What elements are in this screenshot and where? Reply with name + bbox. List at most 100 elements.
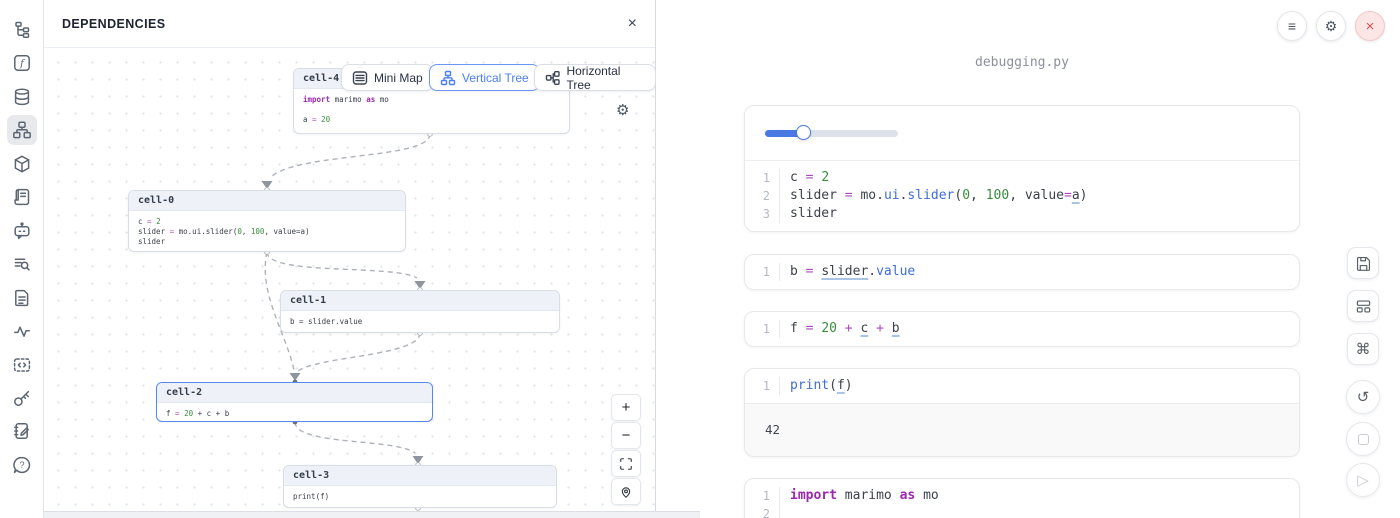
sidebar-item-notebook-edit[interactable]	[7, 416, 37, 446]
fit-view-button[interactable]	[611, 450, 641, 477]
sidebar-item-secrets[interactable]	[7, 383, 37, 413]
close-icon[interactable]: ×	[628, 16, 637, 32]
save-button[interactable]	[1347, 247, 1379, 279]
code-line: 1f = 20 + c + b	[745, 320, 1299, 338]
code-editor-area[interactable]: 1b = slider.value	[745, 255, 1299, 289]
edge-cell-4-to-cell-0	[270, 134, 430, 178]
code-token: )	[845, 378, 853, 393]
code-editor-area[interactable]: 1c = 22slider = mo.ui.slider(0, 100, val…	[745, 161, 1299, 231]
sidebar-item-file-tree[interactable]	[7, 15, 37, 45]
code-token: 100	[251, 227, 265, 236]
cell-output: 42	[745, 403, 1299, 456]
help-icon: ?	[12, 455, 32, 475]
dependency-graph-canvas[interactable]: cell-4import marimo as mo a = 20cell-0c …	[44, 48, 656, 511]
undo-button[interactable]: ↺	[1346, 380, 1380, 414]
graph-node-cell-3[interactable]: cell-3 print(f)	[283, 465, 557, 508]
search-list-icon	[12, 254, 32, 274]
code-token: + c + b	[193, 409, 229, 418]
code-editor-area[interactable]: 1print(f)	[745, 369, 1299, 403]
code-editor-area[interactable]: 1import marimo as mo2	[745, 479, 1299, 518]
graph-node-title: cell-3	[284, 466, 556, 486]
b-cell[interactable]: 1b = slider.value	[744, 254, 1300, 290]
center-view-button[interactable]	[611, 478, 641, 505]
code-text: f = 20 + c + b	[779, 320, 900, 338]
line-number: 3	[745, 205, 779, 223]
code-token: =	[1064, 188, 1072, 203]
code-token: =	[806, 170, 822, 185]
sidebar-item-search-list[interactable]	[7, 249, 37, 279]
sidebar-item-help[interactable]: ?	[7, 450, 37, 480]
zoom-out-button[interactable]: −	[611, 422, 641, 449]
code-text: c = 2	[779, 169, 829, 187]
sidebar-item-dependency-graph[interactable]	[7, 115, 37, 145]
code-token: a	[1072, 188, 1080, 203]
shortcuts-button[interactable]: ⌘	[1347, 333, 1379, 365]
vertical-tree-icon	[440, 70, 456, 86]
code-token: ,	[1009, 188, 1025, 203]
stop-icon	[1358, 434, 1369, 445]
code-line: 1print(f)	[745, 377, 1299, 395]
code-token	[868, 321, 876, 336]
graph-code-line: slider	[138, 237, 396, 247]
edge-cell-0-to-cell-1	[267, 252, 417, 278]
graph-code-line: print(f)	[293, 492, 547, 502]
layout-icon	[1355, 298, 1372, 315]
code-line: 2slider = mo.ui.slider(0, 100, value=a)	[745, 187, 1299, 205]
code-token: , value=a)	[264, 227, 309, 236]
sidebar-item-scratchpad[interactable]	[7, 350, 37, 380]
code-token: +	[876, 321, 892, 336]
view-button-label: Mini Map	[374, 71, 423, 85]
slider-thumb[interactable]	[796, 125, 811, 140]
sidebar-item-chat[interactable]	[7, 216, 37, 246]
sidebar-item-datasources[interactable]	[7, 82, 37, 112]
zoom-in-button[interactable]: +	[611, 394, 641, 421]
code-token: 100	[986, 188, 1009, 203]
graph-node-cell-0[interactable]: cell-0c = 2slider = mo.ui.slider(0, 100,…	[128, 190, 406, 252]
close-icon: ×	[1366, 18, 1375, 35]
mini-map-button[interactable]: Mini Map	[341, 64, 434, 91]
graph-node-cell-2[interactable]: cell-2f = 20 + c + b	[156, 382, 433, 422]
graph-code-line: b = slider.value	[290, 317, 550, 327]
line-number: 1	[745, 263, 779, 281]
dependencies-header: DEPENDENCIES ×	[44, 0, 655, 48]
code-token: f	[166, 409, 175, 418]
code-token: (	[829, 378, 837, 393]
f-cell[interactable]: 1f = 20 + c + b	[744, 311, 1300, 347]
menu-icon: ≡	[1288, 18, 1296, 34]
sidebar-item-variables[interactable]: f	[7, 48, 37, 78]
code-line: 1c = 2	[745, 169, 1299, 187]
run-button[interactable]: ▷	[1346, 463, 1380, 497]
code-token: =	[175, 409, 184, 418]
interrupt-button[interactable]	[1346, 422, 1380, 456]
import-cell[interactable]: 1import marimo as mo2	[744, 478, 1300, 518]
code-token: ui	[884, 188, 900, 203]
graph-node-code: b = slider.value	[281, 311, 559, 333]
slider-track[interactable]	[765, 130, 898, 137]
code-token: as	[900, 488, 923, 503]
notebook-menu-button[interactable]: ≡	[1277, 11, 1307, 41]
code-editor-area[interactable]: 1f = 20 + c + b	[745, 312, 1299, 346]
code-text	[779, 505, 798, 518]
sidebar-item-packages[interactable]	[7, 149, 37, 179]
scratchpad-icon	[12, 355, 32, 375]
gear-icon[interactable]: ⚙	[616, 101, 629, 119]
slider-cell[interactable]: 1c = 22slider = mo.ui.slider(0, 100, val…	[744, 105, 1300, 232]
print-cell[interactable]: 1print(f) 42	[744, 368, 1300, 457]
line-number: 1	[745, 320, 779, 338]
code-token: ,	[242, 227, 251, 236]
sidebar-item-tracing[interactable]	[7, 316, 37, 346]
sidebar-item-snippets[interactable]	[7, 283, 37, 313]
graph-node-cell-1[interactable]: cell-1 b = slider.value	[280, 290, 560, 333]
shutdown-button[interactable]: ×	[1355, 11, 1385, 41]
horizontal-tree-button[interactable]: Horizontal Tree	[534, 64, 656, 91]
code-text: slider = mo.ui.slider(0, 100, value=a)	[779, 187, 1087, 205]
sidebar-item-logs[interactable]	[7, 182, 37, 212]
code-token: 20	[821, 321, 844, 336]
line-number: 2	[745, 187, 779, 205]
notebook-edit-icon	[12, 421, 32, 441]
chat-icon	[12, 221, 32, 241]
layout-button[interactable]	[1347, 290, 1379, 322]
graph-node-title: cell-1	[281, 291, 559, 311]
notebook-settings-button[interactable]: ⚙	[1316, 11, 1346, 41]
vertical-tree-button[interactable]: Vertical Tree	[429, 64, 540, 91]
